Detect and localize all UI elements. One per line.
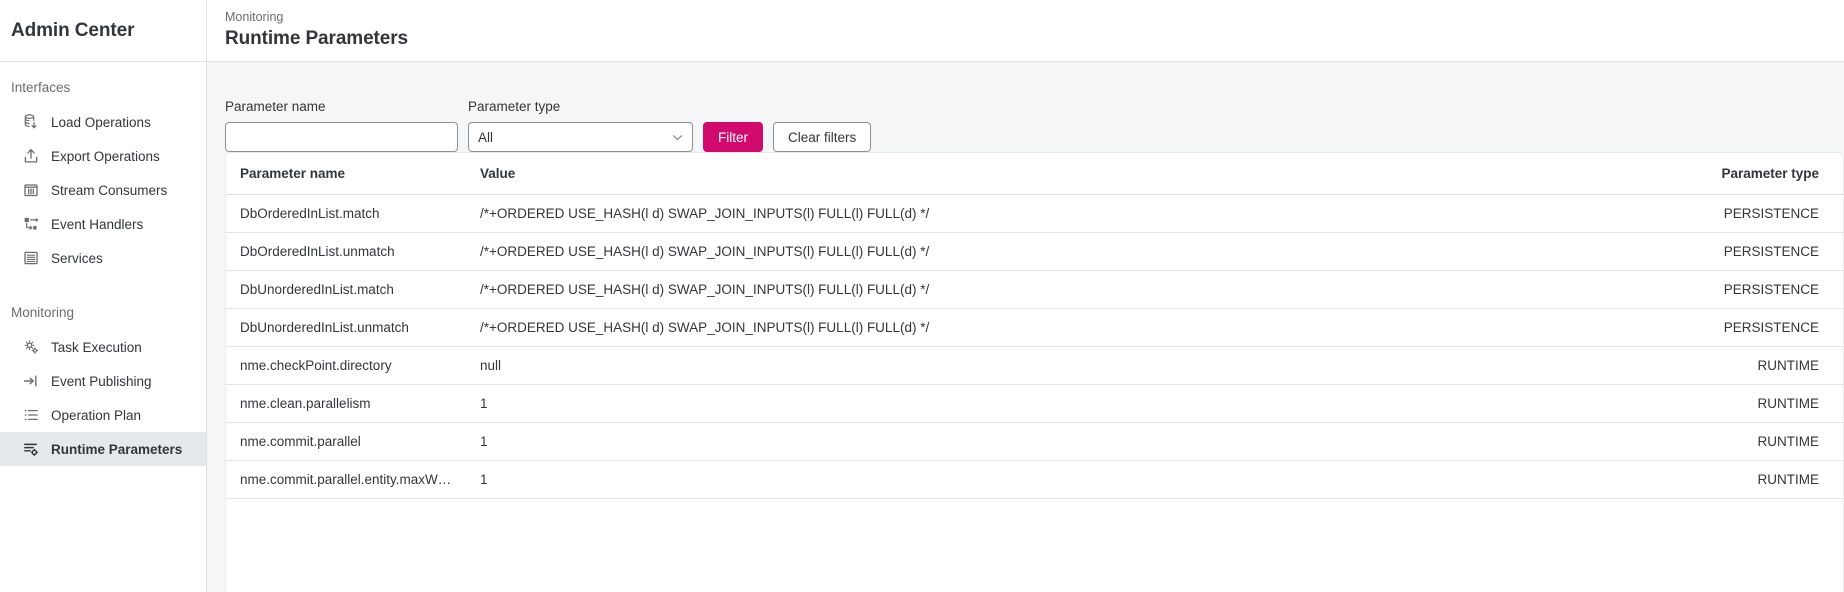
cell-parameter-name: nme.commit.parallel: [226, 422, 466, 461]
cell-parameter-name: DbOrderedInList.unmatch: [226, 232, 466, 271]
cell-value: 1: [466, 422, 1623, 461]
column-header-parameter-name[interactable]: Parameter name: [226, 153, 466, 195]
sidebar-item-export-operations[interactable]: Export Operations: [0, 139, 206, 173]
column-header-value[interactable]: Value: [466, 153, 1623, 195]
sidebar-item-services[interactable]: Services: [0, 241, 206, 275]
table-row[interactable]: DbOrderedInList.match/*+ORDERED USE_HASH…: [226, 194, 1843, 233]
cell-parameter-name: DbOrderedInList.match: [226, 194, 466, 233]
sidebar-item-label: Export Operations: [51, 148, 160, 164]
sidebar-item-stream-consumers[interactable]: Stream Consumers: [0, 173, 206, 207]
table-row[interactable]: nme.clean.parallelism 1 RUNTIME: [226, 384, 1843, 423]
sidebar-item-label: Stream Consumers: [51, 182, 168, 198]
cell-parameter-name: nme.clean.parallelism: [226, 384, 466, 423]
table-header-row: Parameter name Value Parameter type: [226, 153, 1843, 195]
page-title: Runtime Parameters: [225, 28, 408, 49]
cell-parameter-type: PERSISTENCE: [1623, 194, 1843, 233]
database-download-icon: [22, 113, 40, 131]
nav-group-interfaces: Interfaces Load Operations Export Operat…: [0, 75, 206, 275]
admin-center-app: Admin Center Interfaces Load Operations …: [0, 0, 1844, 592]
sidebar-item-label: Event Publishing: [51, 373, 152, 389]
nav-group-label-interfaces: Interfaces: [11, 80, 71, 95]
cell-value: 1: [466, 384, 1623, 423]
cell-value: /*+ORDERED USE_HASH(l d) SWAP_JOIN_INPUT…: [466, 270, 1623, 309]
cell-parameter-name: nme.commit.parallel.entity.maxWorkers: [226, 460, 466, 499]
sidebar-item-label: Services: [51, 250, 103, 266]
app-title: Admin Center: [11, 19, 135, 41]
list-gear-icon: [22, 440, 40, 458]
breadcrumb: Monitoring: [225, 10, 284, 24]
sidebar-item-load-operations[interactable]: Load Operations: [0, 105, 206, 139]
cell-parameter-type: PERSISTENCE: [1623, 232, 1843, 271]
cell-value: null: [466, 346, 1623, 385]
sidebar-header: Admin Center: [0, 0, 206, 62]
table-row[interactable]: nme.commit.parallel 1 RUNTIME: [226, 422, 1843, 461]
cell-parameter-type: PERSISTENCE: [1623, 270, 1843, 309]
cell-parameter-type: RUNTIME: [1623, 460, 1843, 499]
cell-value: /*+ORDERED USE_HASH(l d) SWAP_JOIN_INPUT…: [466, 232, 1623, 271]
table-row[interactable]: DbOrderedInList.unmatch/*+ORDERED USE_HA…: [226, 232, 1843, 271]
sidebar-item-event-publishing[interactable]: Event Publishing: [0, 364, 206, 398]
table-row[interactable]: DbUnorderedInList.match/*+ORDERED USE_HA…: [226, 270, 1843, 309]
flow-nodes-icon: [22, 215, 40, 233]
sidebar-item-label: Event Handlers: [51, 216, 144, 232]
list-icon: [22, 406, 40, 424]
arrow-to-bar-icon: [22, 372, 40, 390]
columns-icon: [22, 181, 40, 199]
column-header-parameter-type[interactable]: Parameter type: [1623, 153, 1843, 195]
runtime-parameters-table: Parameter name Value Parameter type DbOr…: [226, 153, 1843, 499]
sidebar-item-task-execution[interactable]: Task Execution: [0, 330, 206, 364]
server-list-icon: [22, 249, 40, 267]
table-row[interactable]: nme.checkPoint.directory null RUNTIME: [226, 346, 1843, 385]
page-header: Monitoring Runtime Parameters: [207, 0, 1844, 62]
sidebar-item-label: Task Execution: [51, 339, 142, 355]
cell-value: /*+ORDERED USE_HASH(l d) SWAP_JOIN_INPUT…: [466, 194, 1623, 233]
nav-group-monitoring: Monitoring Task Execution Event Publishi…: [0, 300, 206, 466]
parameter-name-field: Parameter name: [225, 99, 458, 152]
main-region: Monitoring Runtime Parameters Parameter …: [207, 0, 1844, 592]
parameter-name-input[interactable]: [225, 122, 458, 152]
cell-parameter-type: RUNTIME: [1623, 346, 1843, 385]
parameter-type-label: Parameter type: [468, 99, 561, 114]
gears-icon: [22, 338, 40, 356]
cell-parameter-name: DbUnorderedInList.match: [226, 270, 466, 309]
parameter-type-field: Parameter type All: [468, 99, 693, 152]
parameter-name-label: Parameter name: [225, 99, 326, 114]
clear-filters-button[interactable]: Clear filters: [773, 122, 872, 152]
sidebar-item-event-handlers[interactable]: Event Handlers: [0, 207, 206, 241]
sidebar-nav: Interfaces Load Operations Export Operat…: [0, 62, 206, 592]
sidebar-item-runtime-parameters[interactable]: Runtime Parameters: [0, 432, 206, 466]
table-body: DbOrderedInList.match/*+ORDERED USE_HASH…: [226, 194, 1843, 499]
cell-value: /*+ORDERED USE_HASH(l d) SWAP_JOIN_INPUT…: [466, 308, 1623, 347]
cell-parameter-name: nme.checkPoint.directory: [226, 346, 466, 385]
filter-button[interactable]: Filter: [703, 122, 763, 152]
nav-group-label-monitoring: Monitoring: [11, 305, 75, 320]
cell-parameter-type: PERSISTENCE: [1623, 308, 1843, 347]
sidebar-item-label: Runtime Parameters: [51, 441, 183, 457]
cell-parameter-name: DbUnorderedInList.unmatch: [226, 308, 466, 347]
filter-bar: Parameter name Parameter type All Filter…: [207, 62, 1844, 152]
sidebar: Admin Center Interfaces Load Operations …: [0, 0, 207, 592]
cell-parameter-type: RUNTIME: [1623, 384, 1843, 423]
sidebar-item-operation-plan[interactable]: Operation Plan: [0, 398, 206, 432]
parameter-type-select[interactable]: All: [468, 122, 693, 152]
sidebar-item-label: Operation Plan: [51, 407, 142, 423]
parameter-type-select-wrap: All: [468, 122, 693, 152]
table-row[interactable]: nme.commit.parallel.entity.maxWorkers 1 RU…: [226, 460, 1843, 499]
table-head: Parameter name Value Parameter type: [226, 153, 1843, 195]
cell-value: 1: [466, 460, 1623, 499]
cell-parameter-type: RUNTIME: [1623, 422, 1843, 461]
upload-icon: [22, 147, 40, 165]
parameters-table-card: Parameter name Value Parameter type DbOr…: [225, 152, 1844, 592]
parameter-type-selected-value: All: [478, 129, 494, 145]
table-row[interactable]: DbUnorderedInList.unmatch/*+ORDERED USE_…: [226, 308, 1843, 347]
sidebar-item-label: Load Operations: [51, 114, 151, 130]
content-area: Parameter name Parameter type All Filter…: [207, 62, 1844, 592]
